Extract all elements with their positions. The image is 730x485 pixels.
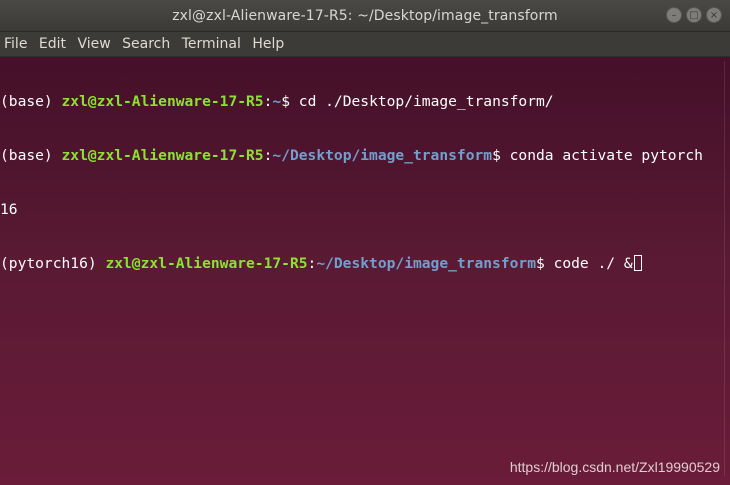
text-cursor <box>633 255 642 271</box>
prompt-path: ~ <box>272 93 282 110</box>
command-text: conda activate pytorch <box>509 147 703 164</box>
prompt-path: ~/Desktop/image_transform <box>316 255 536 272</box>
close-button[interactable]: × <box>706 7 722 23</box>
conda-env-label: (pytorch16) <box>0 255 106 272</box>
command-text: cd ./Desktop/image_transform/ <box>298 93 554 110</box>
command-text-wrap: 16 <box>0 201 18 218</box>
terminal-output[interactable]: (base) zxl@zxl-Alienware-17-R5:~$ cd ./D… <box>0 57 718 485</box>
maximize-button[interactable]: □ <box>686 7 702 23</box>
conda-env-label: (base) <box>0 93 62 110</box>
minimize-button[interactable]: – <box>666 7 682 23</box>
terminal-scrollbar[interactable] <box>719 57 729 485</box>
menu-search[interactable]: Search <box>118 32 173 56</box>
prompt-symbol: $ <box>492 147 510 164</box>
terminal-line: (base) zxl@zxl-Alienware-17-R5:~/Desktop… <box>0 147 718 165</box>
window-title: zxl@zxl-Alienware-17-R5: ~/Desktop/image… <box>172 8 558 24</box>
menu-file[interactable]: File <box>0 32 30 56</box>
scrollbar-track <box>724 61 725 476</box>
terminal-window: zxl@zxl-Alienware-17-R5: ~/Desktop/image… <box>0 0 730 485</box>
conda-env-label: (base) <box>0 147 62 164</box>
window-titlebar[interactable]: zxl@zxl-Alienware-17-R5: ~/Desktop/image… <box>0 0 730 32</box>
menu-view[interactable]: View <box>73 32 113 56</box>
prompt-symbol: $ <box>535 255 554 272</box>
prompt-separator: : <box>307 255 317 272</box>
terminal-line: (base) zxl@zxl-Alienware-17-R5:~$ cd ./D… <box>0 93 718 111</box>
prompt-symbol: $ <box>281 93 299 110</box>
menu-edit[interactable]: Edit <box>35 32 69 56</box>
terminal-line: (pytorch16) zxl@zxl-Alienware-17-R5:~/De… <box>0 255 718 273</box>
menu-terminal[interactable]: Terminal <box>178 32 244 56</box>
prompt-user: zxl@zxl-Alienware-17-R5 <box>105 255 308 272</box>
menu-bar: File Edit View Search Terminal Help <box>0 32 730 57</box>
prompt-user: zxl@zxl-Alienware-17-R5 <box>61 93 264 110</box>
watermark-url: https://blog.csdn.net/Zxl19990529 <box>509 459 720 475</box>
window-controls: – □ × <box>666 7 722 23</box>
command-text: code ./ & <box>553 255 633 272</box>
prompt-path: ~/Desktop/image_transform <box>272 147 493 164</box>
menu-help[interactable]: Help <box>248 32 287 56</box>
terminal-wrapped-line: 16 <box>0 201 718 219</box>
prompt-user: zxl@zxl-Alienware-17-R5 <box>61 147 264 164</box>
